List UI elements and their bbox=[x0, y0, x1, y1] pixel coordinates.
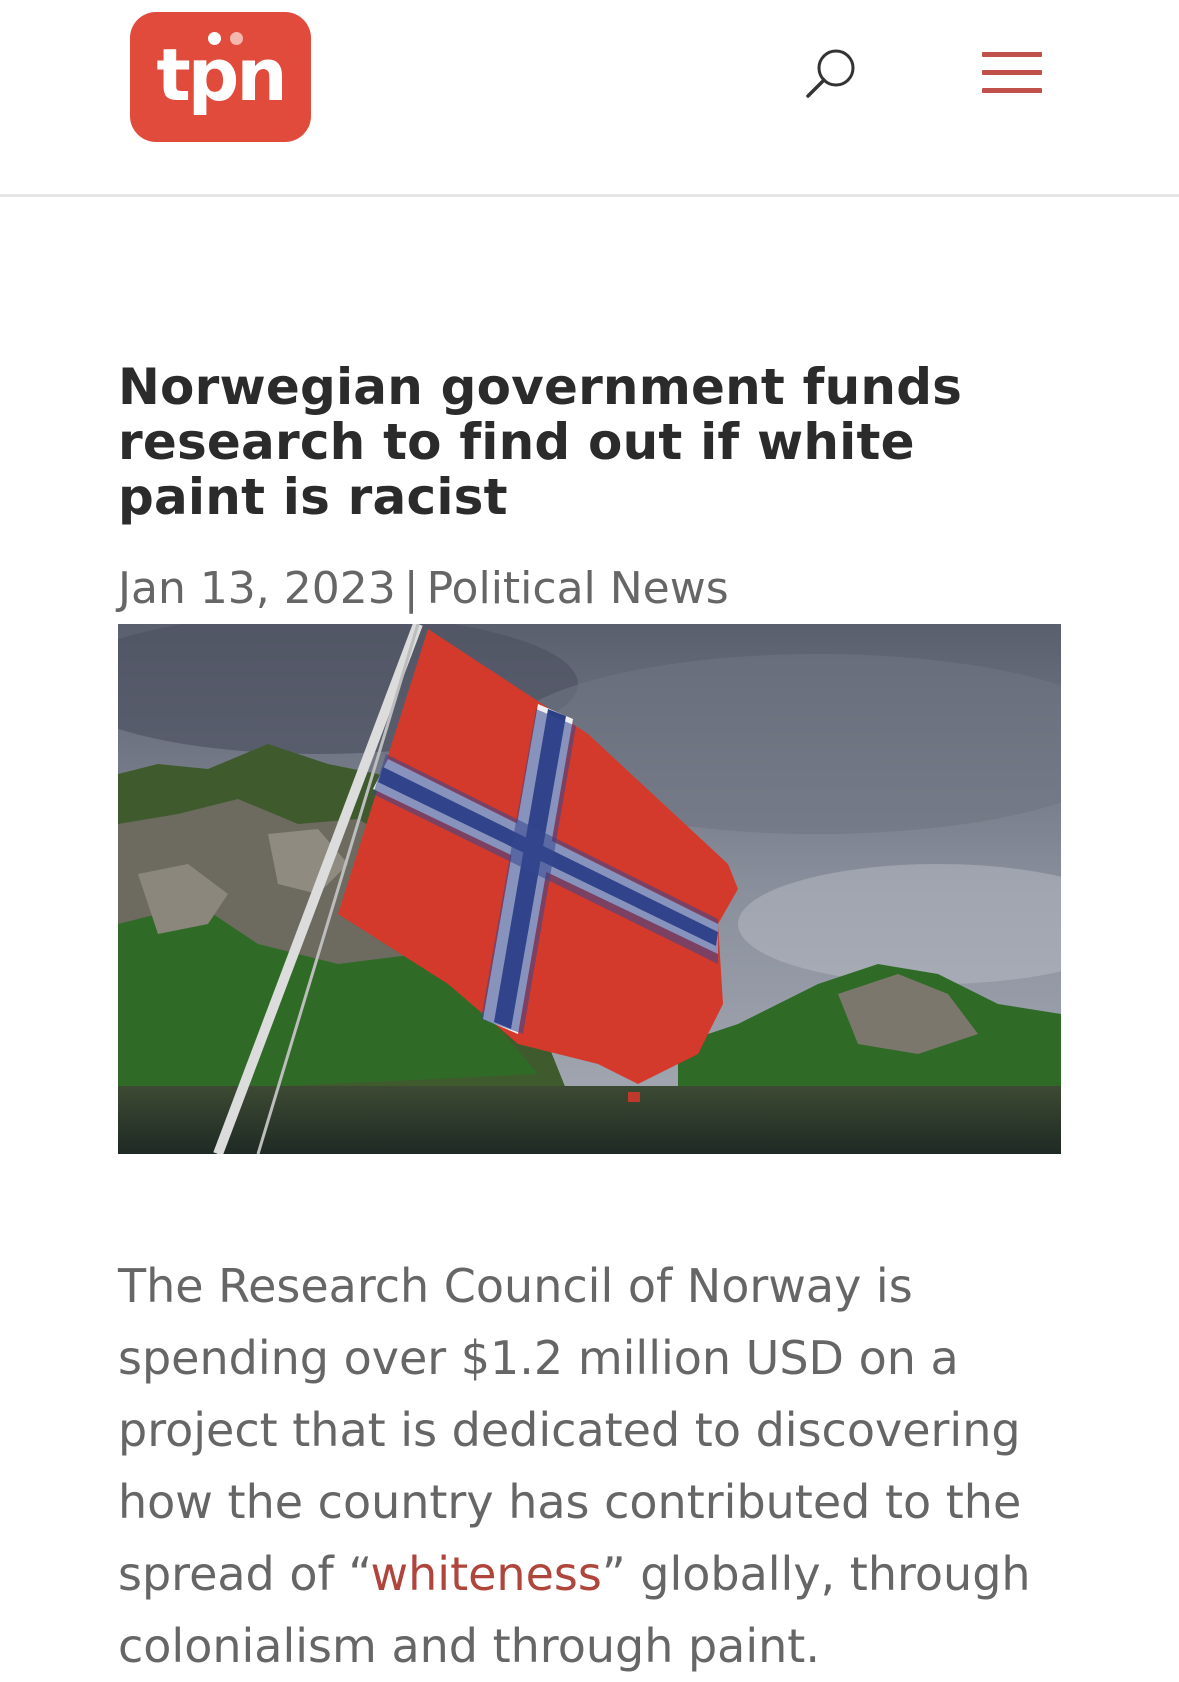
article-title: Norwegian government funds research to f… bbox=[118, 358, 963, 526]
whiteness-link[interactable]: whiteness bbox=[371, 1547, 602, 1601]
menu-button[interactable] bbox=[980, 50, 1044, 96]
article-date: Jan 13, 2023 bbox=[118, 563, 396, 614]
logo-text: tpn bbox=[156, 33, 287, 117]
logo-dots bbox=[208, 32, 248, 46]
article-header: Norwegian government funds research to f… bbox=[118, 360, 1068, 615]
site-header: tpn bbox=[0, 0, 1179, 197]
article-meta: Jan 13, 2023 | Political News bbox=[118, 563, 1068, 615]
hamburger-menu-icon bbox=[982, 52, 1042, 93]
article-featured-image bbox=[118, 624, 1061, 1154]
article-category-link[interactable]: Political News bbox=[427, 563, 729, 614]
meta-separator: | bbox=[403, 563, 419, 614]
search-button[interactable] bbox=[800, 44, 862, 106]
article-body: The Research Council of Norway is spendi… bbox=[118, 1250, 1058, 1682]
search-icon bbox=[806, 49, 855, 98]
site-logo[interactable]: tpn bbox=[130, 12, 311, 142]
article-paragraph: The Research Council of Norway is spendi… bbox=[118, 1250, 1058, 1682]
